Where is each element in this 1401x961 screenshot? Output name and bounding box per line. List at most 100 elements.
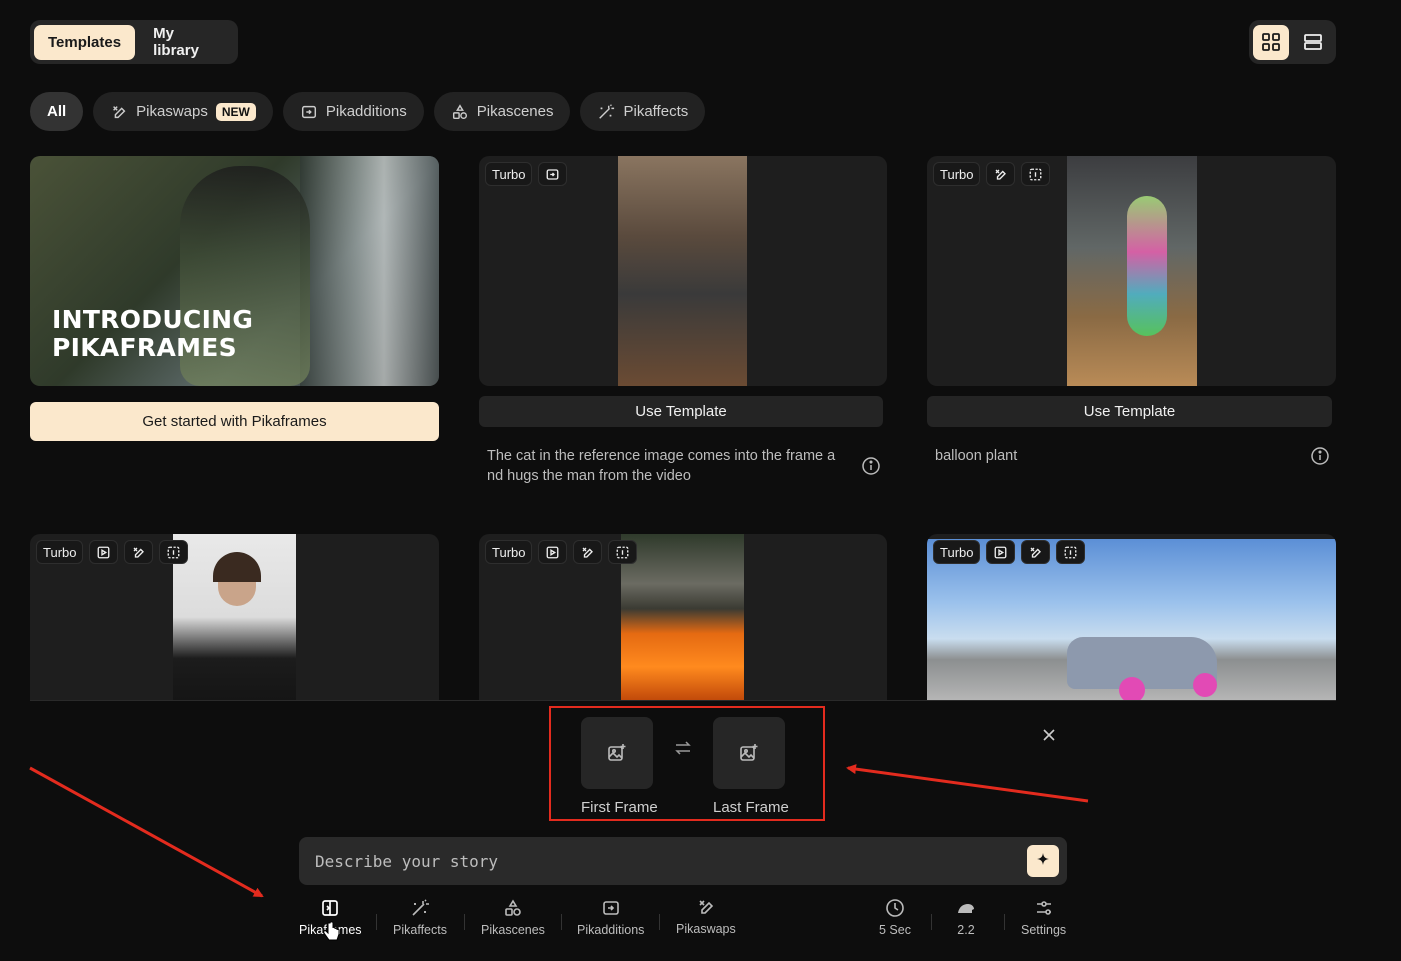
top-tab-bar: Templates My library [30,20,238,64]
select-tag [1021,162,1051,186]
card-tags: Turbo [933,540,1086,564]
filter-all[interactable]: All [30,92,84,131]
template-description: The cat in the reference image comes int… [487,448,836,484]
filter-pikaffects[interactable]: Pikaffects [580,92,706,131]
template-card-cat-hug[interactable]: Turbo [479,156,887,386]
toolbar-separator [561,914,562,930]
toolbar-separator [464,914,465,930]
pikaffects-icon [412,899,429,916]
sliders-icon [1036,901,1051,915]
card-tags: Turbo [36,540,189,564]
template-description: balloon plant [935,448,1018,464]
model-selector[interactable]: 2.2 [956,898,976,937]
model-label: 2.2 [957,923,975,937]
tool-pikascenes-label: Pikascenes [481,923,545,937]
filter-bar: All Pikaswaps NEW Pikadditions Pikascene… [30,92,706,131]
filter-pikascenes[interactable]: Pikascenes [433,92,571,131]
turbo-tag: Turbo [485,540,533,564]
pika-logo-icon [958,904,974,913]
pikaffects-icon [599,103,615,119]
select-tag [1056,540,1086,564]
video-icon [547,546,559,558]
pikadditions-icon [547,168,559,180]
settings-label: Settings [1021,923,1067,937]
card-tags: Turbo [485,540,638,564]
sparkle-icon [1037,853,1049,865]
pikaswaps-icon [1031,547,1042,558]
pikaswaps-tag [124,540,154,564]
clock-icon [886,899,904,917]
tab-templates[interactable]: Templates [34,24,136,60]
tool-pikascenes[interactable]: Pikascenes [481,898,545,937]
selection-icon [1030,168,1042,180]
new-badge: NEW [215,102,256,121]
toolbar-separator [1004,914,1005,930]
tool-pikaswaps[interactable]: Pikaswaps [676,897,736,936]
turbo-tag: Turbo [36,540,84,564]
use-template-button[interactable]: Use Template [927,396,1332,427]
duration-selector[interactable]: 5 Sec [879,898,911,937]
generate-button[interactable] [1027,845,1059,877]
story-prompt-input[interactable] [299,837,1019,885]
use-template-button[interactable]: Use Template [479,396,883,427]
video-icon [98,546,110,558]
tool-pikaffects-label: Pikaffects [393,923,447,937]
grid-icon [1262,33,1280,51]
template-card-lava[interactable]: Turbo [479,534,887,700]
pikadditions-tag [538,162,568,186]
duration-label: 5 Sec [879,923,911,937]
turbo-tag: Turbo [485,162,533,186]
selection-icon [1065,546,1077,558]
video-tag [89,540,119,564]
select-tag [159,540,189,564]
pikadditions-icon [602,901,619,915]
list-icon [1304,34,1322,50]
selection-icon [617,546,629,558]
turbo-tag: Turbo [933,540,981,564]
man-in-room-image [618,156,747,386]
close-icon[interactable] [1041,727,1057,743]
card-tags: Turbo [485,162,568,186]
balloon-plant-image [1067,156,1197,386]
tool-pikaffects[interactable]: Pikaffects [393,898,447,937]
pikaframes-icon [322,900,339,916]
pikaswaps-tag [986,162,1016,186]
filter-pikadditions[interactable]: Pikadditions [282,92,424,131]
template-card-balloon-plant[interactable]: Turbo [927,156,1336,386]
filter-pikascenes-label: Pikascenes [476,103,554,120]
arrow-to-pikaframes [29,766,264,898]
annotation-highlight-box [549,706,825,821]
pikaswaps-tag [1021,540,1051,564]
selection-icon [168,546,180,558]
lava-bridge-image [621,534,744,700]
pikaswaps-icon [996,169,1007,180]
hand-cursor-icon [323,921,340,941]
settings-button[interactable]: Settings [1021,898,1066,937]
tool-pikadditions[interactable]: Pikadditions [577,898,644,937]
list-view-button[interactable] [1295,25,1331,60]
pikascenes-icon [452,103,467,119]
tool-pikaswaps-label: Pikaswaps [676,922,736,936]
tool-pikadditions-label: Pikadditions [577,923,645,937]
woman-image [173,534,296,700]
intro-title: INTRODUCING PIKAFRAMES [52,305,254,362]
intro-pikaframes-card[interactable]: INTRODUCING PIKAFRAMES [30,156,439,386]
pikaswaps-icon [134,547,145,558]
filter-pikaffects-label: Pikaffects [623,103,689,120]
info-icon[interactable] [861,456,881,476]
template-card-woman[interactable]: Turbo [30,534,439,700]
video-icon [995,546,1007,558]
get-started-pikaframes-button[interactable]: Get started with Pikaframes [30,402,439,441]
video-tag [986,540,1016,564]
arrow-to-frames [846,764,1089,803]
pikaswaps-icon [583,547,594,558]
tab-my-library[interactable]: My library [139,25,234,60]
toolbar-separator [376,914,377,930]
toolbar-separator [931,914,932,930]
grid-view-button[interactable] [1253,24,1289,60]
panel-divider [30,700,1336,701]
info-icon[interactable] [1310,446,1330,466]
template-card-car[interactable]: Turbo [927,534,1336,700]
view-toggle [1249,20,1336,64]
filter-pikaswaps[interactable]: Pikaswaps NEW [93,92,273,131]
